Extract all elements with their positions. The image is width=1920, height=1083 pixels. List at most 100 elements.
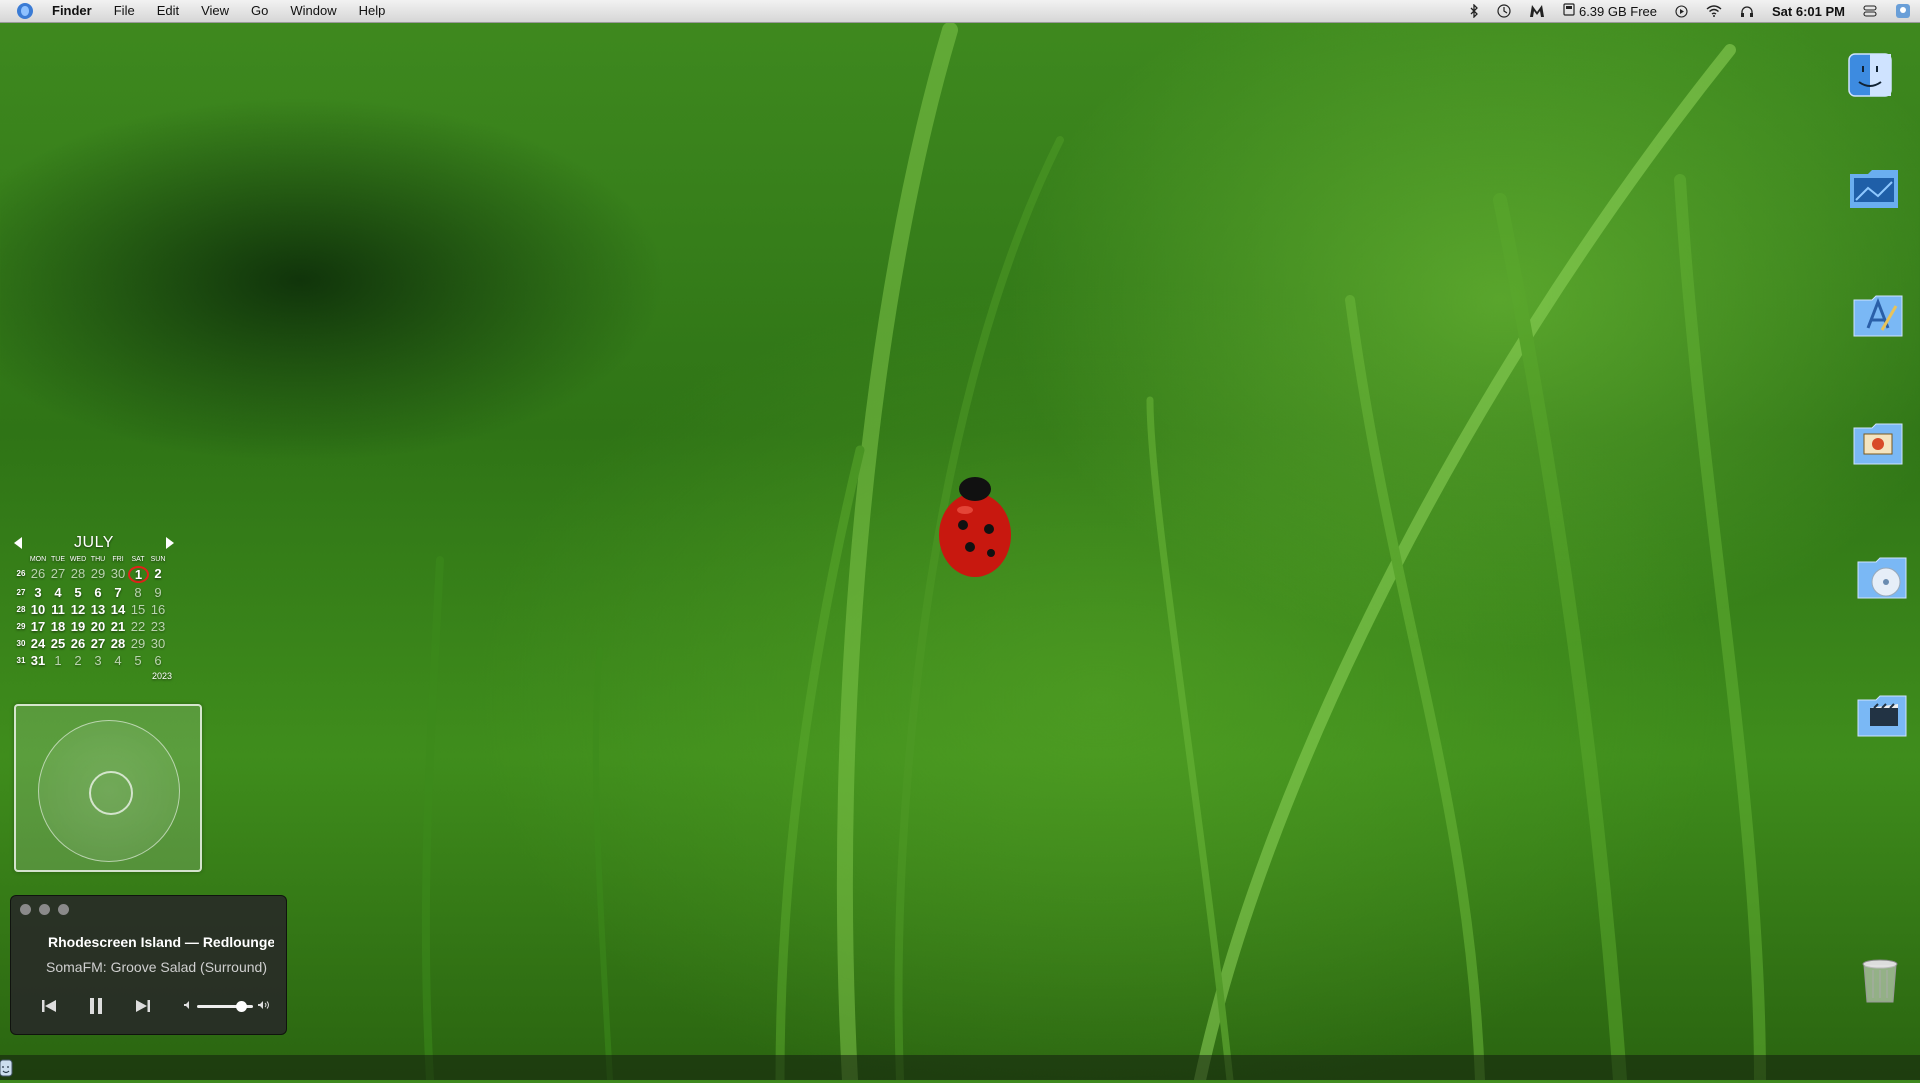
disk-free-text: 6.39 GB Free <box>1578 3 1658 19</box>
week-number: 31 <box>16 656 26 665</box>
calendar-day[interactable]: 29 <box>128 636 148 651</box>
calendar-day[interactable]: 3 <box>88 653 108 668</box>
music-folder-icon[interactable] <box>1856 552 1912 602</box>
calendar-day[interactable]: 7 <box>108 585 128 600</box>
calendar-day[interactable]: 5 <box>68 585 88 600</box>
menu-help[interactable]: Help <box>348 0 397 22</box>
menu-edit[interactable]: Edit <box>146 0 190 22</box>
calendar-day[interactable]: 29 <box>88 566 108 583</box>
calendar-day[interactable]: 28 <box>108 636 128 651</box>
calendar-day[interactable]: 3 <box>28 585 48 600</box>
calendar-year-label: 2023 <box>151 671 172 681</box>
disk-usage-status[interactable]: 6.39 GB Free <box>1554 3 1666 19</box>
menu-go[interactable]: Go <box>240 0 279 22</box>
malwarebytes-icon[interactable] <box>1520 4 1554 18</box>
volume-high-icon <box>257 997 271 1015</box>
applications-folder-icon[interactable] <box>1852 290 1908 340</box>
music-player-widget: Rhodescreen Island — Redlounge SomaFM: G… <box>10 895 287 1035</box>
bluetooth-icon[interactable] <box>1460 4 1488 18</box>
zoom-button[interactable] <box>58 904 69 915</box>
calendar-day[interactable]: 24 <box>28 636 48 651</box>
pause-button[interactable] <box>85 995 107 1017</box>
playback-controls <box>39 994 279 1018</box>
calendar-day[interactable]: 6 <box>148 653 168 668</box>
menu-app-finder[interactable]: Finder <box>46 0 103 22</box>
bottom-strip <box>0 1055 1920 1080</box>
calendar-day-today[interactable]: 1 <box>128 566 149 583</box>
volume-slider[interactable] <box>197 1000 253 1012</box>
calendar-day[interactable]: 21 <box>108 619 128 634</box>
finder-corner-icon[interactable] <box>0 1058 14 1078</box>
calendar-day[interactable]: 20 <box>88 619 108 634</box>
volume-slider-knob[interactable] <box>236 1000 248 1012</box>
weekday-header: SAT <box>131 556 145 563</box>
desktop-folder-icon[interactable] <box>1848 166 1904 216</box>
finder-icon[interactable] <box>1845 50 1901 100</box>
calendar-day[interactable]: 10 <box>28 602 48 617</box>
calendar-day[interactable]: 16 <box>148 602 168 617</box>
weekday-header: MON <box>29 556 47 563</box>
calendar-day[interactable]: 30 <box>148 636 168 651</box>
calendar-day[interactable]: 23 <box>148 619 168 634</box>
menu-file[interactable]: File <box>103 0 146 22</box>
calendar-day[interactable]: 12 <box>68 602 88 617</box>
calendar-day[interactable]: 6 <box>88 585 108 600</box>
calendar-day[interactable]: 22 <box>128 619 148 634</box>
timemachine-icon[interactable] <box>1488 4 1520 18</box>
calendar-day[interactable]: 31 <box>28 653 48 668</box>
calendar-day[interactable]: 27 <box>88 636 108 651</box>
cd-disc-icon <box>38 720 180 862</box>
headphones-icon[interactable] <box>1731 5 1763 18</box>
trash-icon[interactable] <box>1860 958 1916 1008</box>
close-button[interactable] <box>20 904 31 915</box>
calendar-day[interactable]: 18 <box>48 619 68 634</box>
wifi-icon[interactable] <box>1697 5 1731 17</box>
calendar-day[interactable]: 4 <box>48 585 68 600</box>
calendar-day[interactable]: 14 <box>108 602 128 617</box>
menu-bar: Finder File Edit View Go Window Help 6.3… <box>0 0 1920 23</box>
calendar-day[interactable]: 30 <box>108 566 128 583</box>
calendar-day[interactable]: 8 <box>128 585 148 600</box>
calendar-day[interactable]: 5 <box>128 653 148 668</box>
control-center-icon[interactable] <box>1854 5 1886 17</box>
calendar-weekday-headers: MON TUE WED THU FRI SAT SUN <box>14 556 174 563</box>
cd-hub <box>89 771 133 815</box>
next-track-button[interactable] <box>131 995 153 1017</box>
week-number: 28 <box>16 605 26 614</box>
menu-window[interactable]: Window <box>279 0 347 22</box>
menu-view[interactable]: View <box>190 0 240 22</box>
calendar-next-month-button[interactable] <box>166 537 174 549</box>
calendar-day[interactable]: 2 <box>68 653 88 668</box>
calendar-day[interactable]: 26 <box>28 566 48 583</box>
calendar-day[interactable]: 15 <box>128 602 148 617</box>
user-icon[interactable] <box>1886 3 1920 19</box>
calendar-day[interactable]: 4 <box>108 653 128 668</box>
album-art-cd-case[interactable] <box>14 704 202 872</box>
minimize-button[interactable] <box>39 904 50 915</box>
calendar-day[interactable]: 28 <box>68 566 88 583</box>
calendar-day[interactable]: 25 <box>48 636 68 651</box>
calendar-day[interactable]: 11 <box>48 602 68 617</box>
movies-folder-icon[interactable] <box>1856 690 1912 740</box>
calendar-day[interactable]: 27 <box>48 566 68 583</box>
calendar-day[interactable]: 1 <box>48 653 68 668</box>
calendar-widget: JULY MON TUE WED THU FRI SAT SUN 26 26 2… <box>14 532 174 681</box>
calendar-prev-month-button[interactable] <box>14 537 22 549</box>
previous-track-button[interactable] <box>39 995 61 1017</box>
calendar-month-label: JULY <box>74 534 114 551</box>
calendar-day[interactable]: 9 <box>148 585 168 600</box>
pictures-folder-icon[interactable] <box>1852 418 1908 468</box>
calendar-day[interactable]: 13 <box>88 602 108 617</box>
track-title: Rhodescreen Island — Redlounge <box>48 934 274 950</box>
disk-icon <box>1563 3 1575 19</box>
menubar-clock[interactable]: Sat 6:01 PM <box>1763 4 1854 19</box>
calendar-day[interactable]: 2 <box>148 566 168 583</box>
calendar-day[interactable]: 17 <box>28 619 48 634</box>
play-icon[interactable] <box>1666 4 1697 18</box>
week-number: 26 <box>16 569 26 578</box>
apple-icon[interactable] <box>16 2 34 20</box>
station-name: SomaFM: Groove Salad (Surround) <box>46 959 267 975</box>
calendar-day[interactable]: 26 <box>68 636 88 651</box>
calendar-day[interactable]: 19 <box>68 619 88 634</box>
calendar-grid: 26 26 27 28 29 30 1 2 27 3 4 5 6 7 8 9 2… <box>14 566 174 668</box>
